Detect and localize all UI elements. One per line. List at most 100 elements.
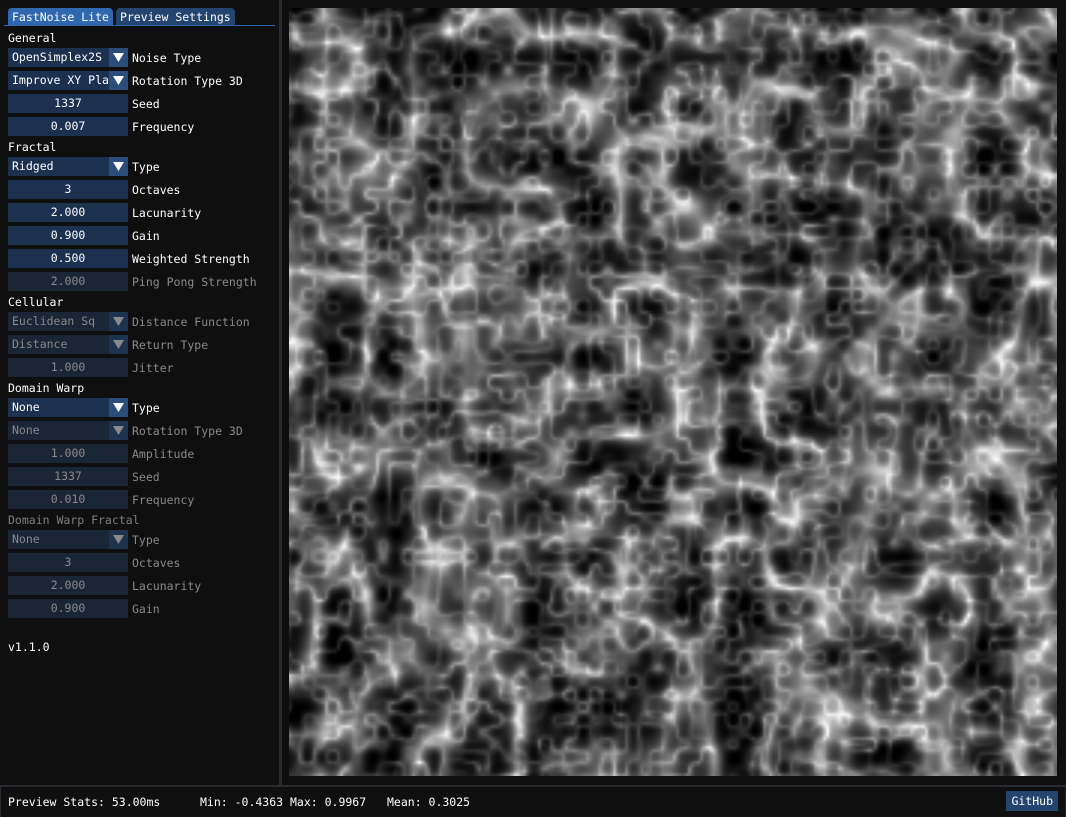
- domain-warp-seed-label: Seed: [132, 469, 160, 484]
- chevron-down-icon: [109, 530, 128, 549]
- jitter-input: 1.000: [8, 358, 128, 377]
- section-domain-warp: Domain Warp: [8, 381, 85, 395]
- noise-preview-image: [289, 8, 1057, 776]
- domain-warp-seed-row: 1337 Seed: [8, 467, 160, 486]
- tab-underline: [4, 25, 275, 26]
- domain-warp-rotation-label: Rotation Type 3D: [132, 423, 243, 438]
- domain-warp-seed-input: 1337: [8, 467, 128, 486]
- return-type-label: Return Type: [132, 337, 209, 352]
- return-type-select: Distance: [8, 335, 128, 354]
- panel-splitter[interactable]: [279, 0, 282, 785]
- section-general: General: [8, 31, 57, 45]
- noise-preview-canvas: [289, 8, 1057, 776]
- fractal-octaves-input[interactable]: 3: [8, 180, 128, 199]
- domain-warp-fractal-lacunarity-input: 2.000: [8, 576, 128, 595]
- return-type-value: Distance: [12, 337, 68, 351]
- domain-warp-fractal-gain-input: 0.900: [8, 599, 128, 618]
- fractal-lacunarity-label: Lacunarity: [132, 205, 202, 220]
- seed-row: 1337 Seed: [8, 94, 160, 113]
- status-bar: Preview Stats: 53.00ms Min: -0.4363 Max:…: [0, 785, 1066, 817]
- fractal-gain-label: Gain: [132, 228, 160, 243]
- domain-warp-fractal-gain-label: Gain: [132, 601, 160, 616]
- distance-function-select: Euclidean Sq: [8, 312, 128, 331]
- fractal-type-row: Ridged Type: [8, 157, 160, 176]
- fractal-gain-row: 0.900 Gain: [8, 226, 160, 245]
- domain-warp-fractal-type-row: None Type: [8, 530, 160, 549]
- tab-preview-settings[interactable]: Preview Settings: [115, 8, 235, 26]
- domain-warp-rotation-select: None: [8, 421, 128, 440]
- fractal-type-value: Ridged: [12, 159, 54, 173]
- frequency-input[interactable]: 0.007: [8, 117, 128, 136]
- domain-warp-frequency-label: Frequency: [132, 492, 195, 507]
- jitter-label: Jitter: [132, 360, 174, 375]
- fractal-octaves-row: 3 Octaves: [8, 180, 180, 199]
- distance-function-value: Euclidean Sq: [12, 314, 96, 328]
- preview-stats-mean: Mean: 0.3025: [387, 795, 471, 809]
- section-cellular: Cellular: [8, 295, 64, 309]
- domain-warp-fractal-type-label: Type: [132, 532, 160, 547]
- settings-panel: FastNoise Lite Preview Settings General …: [0, 0, 279, 785]
- domain-warp-rotation-value: None: [12, 423, 40, 437]
- chevron-down-icon: [109, 71, 128, 90]
- return-type-row: Distance Return Type: [8, 335, 208, 354]
- noise-type-row: OpenSimplex2S Noise Type: [8, 48, 201, 67]
- domain-warp-amplitude-label: Amplitude: [132, 446, 195, 461]
- jitter-row: 1.000 Jitter: [8, 358, 174, 377]
- domain-warp-fractal-octaves-label: Octaves: [132, 555, 181, 570]
- weighted-strength-label: Weighted Strength: [132, 251, 250, 266]
- domain-warp-rotation-row: None Rotation Type 3D: [8, 421, 243, 440]
- domain-warp-amplitude-input: 1.000: [8, 444, 128, 463]
- domain-warp-fractal-type-select: None: [8, 530, 128, 549]
- distance-function-label: Distance Function: [132, 314, 250, 329]
- domain-warp-type-row: None Type: [8, 398, 160, 417]
- chevron-down-icon: [109, 398, 128, 417]
- fractal-octaves-label: Octaves: [132, 182, 181, 197]
- domain-warp-fractal-octaves-input: 3: [8, 553, 128, 572]
- frequency-row: 0.007 Frequency: [8, 117, 194, 136]
- fractal-gain-input[interactable]: 0.900: [8, 226, 128, 245]
- domain-warp-fractal-gain-row: 0.900 Gain: [8, 599, 160, 618]
- chevron-down-icon: [109, 157, 128, 176]
- domain-warp-fractal-octaves-row: 3 Octaves: [8, 553, 180, 572]
- frequency-label: Frequency: [132, 119, 195, 134]
- ping-pong-strength-row: 2.000 Ping Pong Strength: [8, 272, 257, 291]
- section-domain-warp-fractal: Domain Warp Fractal: [8, 513, 140, 527]
- tab-fastnoise-lite[interactable]: FastNoise Lite: [8, 8, 113, 26]
- domain-warp-type-value: None: [12, 400, 40, 414]
- rotation-type-3d-label: Rotation Type 3D: [132, 73, 243, 88]
- seed-input[interactable]: 1337: [8, 94, 128, 113]
- domain-warp-frequency-input: 0.010: [8, 490, 128, 509]
- distance-function-row: Euclidean Sq Distance Function: [8, 312, 250, 331]
- rotation-type-3d-row: Improve XY Pla Rotation Type 3D: [8, 71, 243, 90]
- chevron-down-icon: [109, 48, 128, 67]
- seed-label: Seed: [132, 96, 160, 111]
- domain-warp-fractal-lacunarity-row: 2.000 Lacunarity: [8, 576, 201, 595]
- tab-bar: FastNoise Lite Preview Settings: [8, 8, 235, 26]
- domain-warp-amplitude-row: 1.000 Amplitude: [8, 444, 194, 463]
- fractal-lacunarity-row: 2.000 Lacunarity: [8, 203, 201, 222]
- noise-type-select[interactable]: OpenSimplex2S: [8, 48, 128, 67]
- chevron-down-icon: [109, 421, 128, 440]
- noise-type-label: Noise Type: [132, 50, 202, 65]
- rotation-type-3d-select[interactable]: Improve XY Pla: [8, 71, 128, 90]
- domain-warp-type-label: Type: [132, 400, 160, 415]
- rotation-type-3d-value: Improve XY Pla: [12, 73, 109, 87]
- ping-pong-strength-input: 2.000: [8, 272, 128, 291]
- fractal-type-select[interactable]: Ridged: [8, 157, 128, 176]
- noise-type-value: OpenSimplex2S: [12, 50, 103, 64]
- domain-warp-frequency-row: 0.010 Frequency: [8, 490, 194, 509]
- fractal-type-label: Type: [132, 159, 160, 174]
- domain-warp-type-select[interactable]: None: [8, 398, 128, 417]
- preview-stats-time: Preview Stats: 53.00ms: [8, 795, 161, 809]
- domain-warp-fractal-type-value: None: [12, 532, 40, 546]
- fractal-lacunarity-input[interactable]: 2.000: [8, 203, 128, 222]
- weighted-strength-input[interactable]: 0.500: [8, 249, 128, 268]
- weighted-strength-row: 0.500 Weighted Strength: [8, 249, 250, 268]
- github-button[interactable]: GitHub: [1006, 791, 1058, 811]
- version-label: v1.1.0: [8, 640, 50, 654]
- preview-stats-min: Min: -0.4363: [200, 795, 284, 809]
- preview-stats-max: Max: 0.9967: [290, 795, 367, 809]
- ping-pong-strength-label: Ping Pong Strength: [132, 274, 257, 289]
- section-fractal: Fractal: [8, 140, 57, 154]
- domain-warp-fractal-lacunarity-label: Lacunarity: [132, 578, 202, 593]
